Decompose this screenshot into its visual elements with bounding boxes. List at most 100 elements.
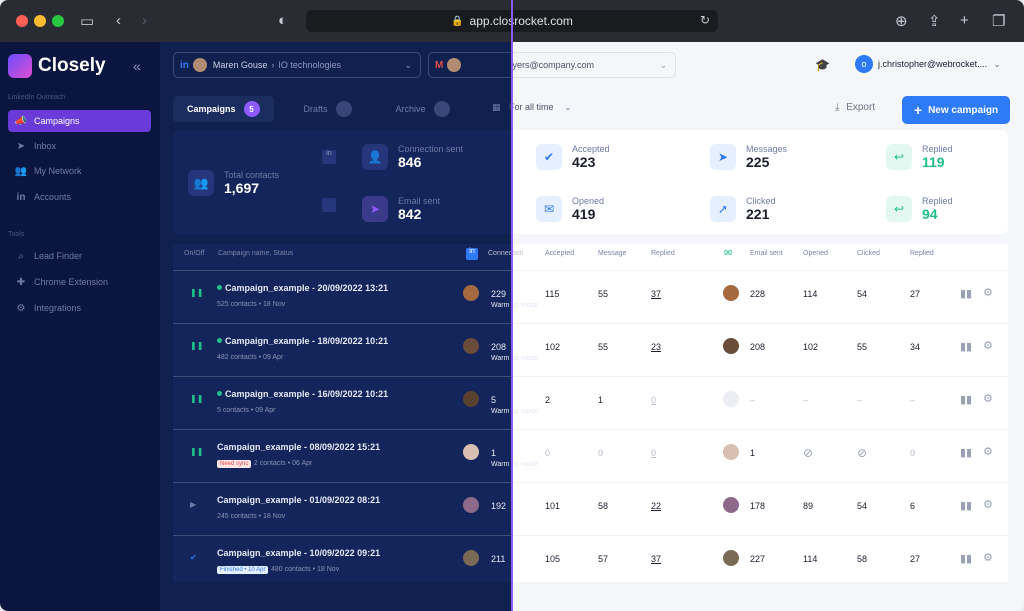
chevron-down-icon: ⌄	[564, 102, 572, 112]
pause-icon[interactable]: ❚❚	[190, 394, 203, 403]
stat-label: Replied	[922, 196, 953, 206]
search-icon: ⌕	[18, 250, 24, 262]
message-count: 1	[598, 395, 604, 405]
email-icon	[322, 198, 336, 212]
comparison-divider[interactable]	[511, 0, 513, 611]
header-clicked: Clicked	[857, 250, 880, 257]
bar-chart-icon[interactable]: ▮▮	[960, 393, 972, 406]
bar-chart-icon[interactable]: ▮▮	[960, 340, 972, 353]
app-window: ▭ ‹ › ◐ 🔒 app.closrocket.com ↻ ⊕ ⇪ + ❐ C…	[0, 0, 1024, 611]
minimize-window-button[interactable]	[34, 15, 46, 27]
accepted-count: 105	[545, 554, 561, 564]
envelope-open-icon: ✉	[536, 196, 562, 222]
avatar	[723, 338, 739, 354]
table-row[interactable]: ✔ Campaign_example - 10/09/2022 09:21 Fini…	[173, 535, 1008, 588]
connection-count: 1	[491, 448, 497, 458]
check-icon[interactable]: ✔	[190, 553, 197, 562]
sidebar-item-my-network[interactable]: 👥 My Network	[8, 160, 151, 182]
shield-icon[interactable]: ◐	[278, 12, 287, 29]
email-sent-count: 228	[750, 289, 766, 299]
email-account-select-left[interactable]: M	[428, 52, 512, 78]
opened-count: –	[803, 395, 809, 405]
gear-icon[interactable]: ⚙	[983, 286, 993, 299]
replied-count[interactable]: 23	[651, 342, 661, 352]
replied-count[interactable]: 37	[651, 289, 661, 299]
campaign-name[interactable]: Campaign_example - 16/09/2022 10:21	[225, 389, 388, 399]
bar-chart-icon[interactable]: ▮▮	[960, 499, 972, 512]
sidebar-item-chrome-extension[interactable]: ✚ Chrome Extension	[8, 271, 151, 293]
linkedin-account-select[interactable]: in Maren Gouse › IO technologies ⌄	[173, 52, 421, 78]
tab-campaigns[interactable]: Campaigns 5	[173, 96, 274, 122]
gear-icon[interactable]: ⚙	[983, 445, 993, 458]
sidebar-item-inbox[interactable]: ➤ Inbox	[8, 135, 151, 157]
user-email: j.christopher@webrocket....	[878, 59, 988, 69]
period-select[interactable]: ▦ For all time ⌄	[492, 102, 572, 113]
sidebar-item-integrations[interactable]: ⚙ Integrations	[8, 297, 151, 319]
new-tab-icon[interactable]: +	[960, 12, 969, 29]
pause-icon[interactable]: ❚❚	[190, 341, 203, 350]
gear-icon[interactable]: ⚙	[983, 392, 993, 405]
email-account-select[interactable]: naomi.myers@company.com ⌄	[512, 52, 676, 78]
logo[interactable]: Closely	[8, 54, 106, 78]
reload-icon[interactable]: ↻	[700, 13, 710, 27]
pause-icon[interactable]: ❚❚	[190, 447, 203, 456]
email-sent-count: –	[750, 395, 756, 405]
pause-icon[interactable]: ❚❚	[190, 288, 203, 297]
reply-icon: ↩	[886, 144, 912, 170]
collapse-sidebar-icon[interactable]: «	[133, 58, 141, 74]
warmup-mode-label: Warm up mode	[491, 355, 539, 362]
sidebar-item-accounts[interactable]: in Accounts	[8, 186, 151, 208]
campaign-name[interactable]: Campaign_example - 10/09/2022 09:21	[217, 548, 380, 558]
replied-count[interactable]: 37	[651, 554, 661, 564]
new-campaign-button[interactable]: + New campaign	[902, 96, 1010, 124]
header-campaign-name: Campaign name, Status	[218, 250, 294, 257]
table-row[interactable]: ▶ Campaign_example - 01/09/2022 08:21 245 …	[173, 482, 1008, 535]
table-row[interactable]: ❚❚ Campaign_example - 20/09/2022 13:21 525…	[173, 270, 1008, 323]
avatar	[723, 497, 739, 513]
campaign-name[interactable]: Campaign_example - 01/09/2022 08:21	[217, 495, 380, 505]
gear-icon[interactable]: ⚙	[983, 551, 993, 564]
gear-icon[interactable]: ⚙	[983, 339, 993, 352]
logo-icon	[8, 54, 32, 78]
share-icon[interactable]: ⇪	[928, 12, 941, 30]
sidebar-item-lead-finder[interactable]: ⌕ Lead Finder	[8, 245, 151, 267]
avatar	[463, 338, 479, 354]
bar-chart-icon[interactable]: ▮▮	[960, 552, 972, 565]
forward-icon[interactable]: ›	[142, 12, 147, 29]
gear-icon[interactable]: ⚙	[983, 498, 993, 511]
email-icon: ✉	[724, 248, 733, 259]
replied-count[interactable]: 0	[651, 448, 656, 458]
play-icon[interactable]: ▶	[190, 500, 196, 509]
avatar	[723, 285, 739, 301]
bar-chart-icon[interactable]: ▮▮	[960, 446, 972, 459]
stat-value: 419	[572, 206, 596, 222]
graduation-cap-icon[interactable]: 🎓	[815, 58, 830, 72]
campaign-name[interactable]: Campaign_example - 20/09/2022 13:21	[225, 283, 388, 293]
replied-count[interactable]: 0	[651, 395, 656, 405]
campaign-name[interactable]: Campaign_example - 18/09/2022 10:21	[225, 336, 388, 346]
maximize-window-button[interactable]	[52, 15, 64, 27]
download-icon[interactable]: ⊕	[895, 12, 908, 30]
header-replied: Replied	[651, 250, 675, 257]
campaign-name[interactable]: Campaign_example - 08/09/2022 15:21	[217, 442, 380, 452]
back-icon[interactable]: ‹	[116, 12, 121, 29]
sidebar-toggle-icon[interactable]: ▭	[80, 12, 94, 30]
disabled-icon: ⊘	[803, 446, 814, 460]
tab-archive[interactable]: Archive	[382, 96, 464, 122]
table-row[interactable]: ❚❚ Campaign_example - 16/09/2022 10:21 5 c…	[173, 376, 1008, 429]
sidebar-item-campaigns[interactable]: 📣 Campaigns	[8, 110, 151, 132]
tab-drafts[interactable]: Drafts	[290, 96, 366, 122]
clicked-count: 54	[857, 289, 868, 299]
campaign-meta-line: Finished • 10 Apr 480 contacts • 18 Nov	[217, 563, 339, 574]
stat-label: Accepted	[572, 144, 610, 154]
export-button[interactable]: ⤓ Export	[835, 102, 875, 113]
table-row[interactable]: ❚❚ Campaign_example - 18/09/2022 10:21 482…	[173, 323, 1008, 376]
table-row[interactable]: ❚❚ Campaign_example - 08/09/2022 15:21 Nee…	[173, 429, 1008, 482]
bar-chart-icon[interactable]: ▮▮	[960, 287, 972, 300]
user-menu[interactable]: o j.christopher@webrocket.... ⌄	[855, 55, 1001, 73]
close-window-button[interactable]	[16, 15, 28, 27]
campaign-meta-line: 525 contacts • 18 Nov	[217, 298, 285, 308]
replied-count[interactable]: 22	[651, 501, 661, 511]
tabs-overview-icon[interactable]: ❐	[992, 12, 1005, 30]
stat-total-contacts: 👥 Total contacts 1,697	[188, 170, 279, 196]
